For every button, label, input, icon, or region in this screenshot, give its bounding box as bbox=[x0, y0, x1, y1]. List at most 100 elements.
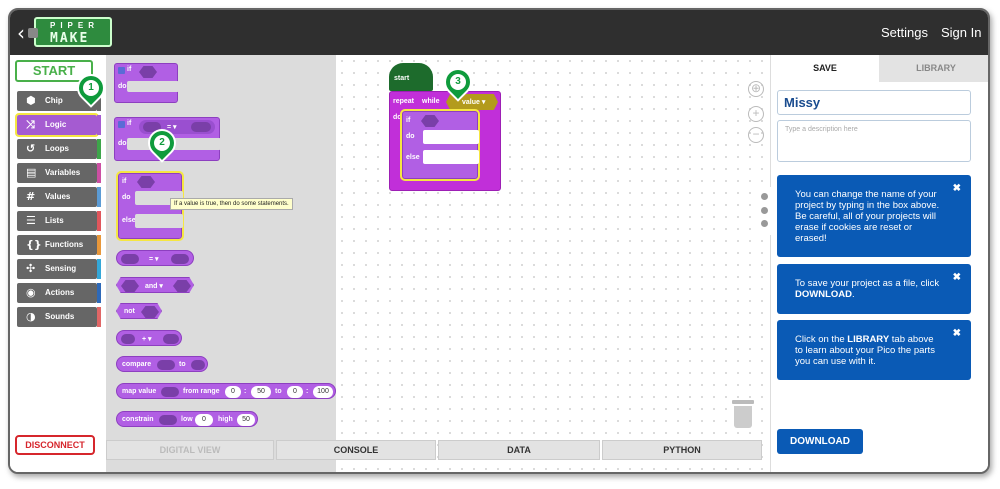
panel-resize-handle[interactable] bbox=[757, 187, 771, 235]
eq-dropdown[interactable]: = ▾ bbox=[149, 255, 159, 263]
value-dropdown[interactable]: value ▾ bbox=[462, 98, 485, 106]
tab-python[interactable]: PYTHON bbox=[602, 440, 762, 460]
trash-can bbox=[734, 406, 752, 428]
top-bar: ‹ PIPER MAKE Settings Sign In bbox=[10, 10, 988, 55]
tab-library[interactable]: LIBRARY bbox=[879, 55, 988, 82]
do-label: do bbox=[406, 133, 415, 140]
info-card-text: You can change the name of your project … bbox=[795, 189, 940, 244]
sign-in-link[interactable]: Sign In bbox=[941, 25, 981, 40]
logo-text-bottom: MAKE bbox=[50, 31, 90, 46]
while-dropdown[interactable]: while bbox=[422, 98, 440, 105]
if-label: if bbox=[127, 120, 132, 127]
start-block[interactable]: start bbox=[389, 63, 433, 91]
if-do-block[interactable]: if do bbox=[114, 63, 179, 103]
do-label: do bbox=[122, 194, 131, 201]
and-dropdown[interactable]: and ▾ bbox=[145, 282, 163, 290]
marker-3-label: 3 bbox=[455, 76, 461, 87]
block-workspace[interactable]: start repeat while value ▾ do if do else… bbox=[336, 55, 770, 472]
trash-lid bbox=[732, 400, 754, 404]
gear-icon bbox=[118, 121, 125, 128]
category-color-stripe bbox=[97, 259, 101, 279]
eq-dropdown[interactable]: = ▾ bbox=[167, 123, 177, 131]
condition-slot bbox=[421, 115, 439, 127]
zoom-out-icon[interactable]: − bbox=[748, 127, 764, 143]
download-button[interactable]: DOWNLOAD bbox=[777, 429, 863, 454]
settings-link[interactable]: Settings bbox=[881, 25, 928, 40]
tab-console[interactable]: CONSOLE bbox=[276, 440, 436, 460]
category-sounds[interactable]: ◑ Sounds bbox=[17, 307, 101, 327]
not-block[interactable]: not bbox=[116, 303, 162, 319]
category-label: Functions bbox=[45, 240, 84, 249]
nested-if-else-block[interactable]: if do else bbox=[400, 109, 480, 181]
category-loops[interactable]: ↺ Loops bbox=[17, 139, 101, 159]
if-label: if bbox=[122, 178, 127, 185]
description-field[interactable]: Type a description here bbox=[777, 120, 971, 162]
high-value[interactable]: 50 bbox=[237, 414, 255, 426]
category-values[interactable]: # Values bbox=[17, 187, 101, 207]
piper-make-logo[interactable]: PIPER MAKE bbox=[28, 17, 112, 47]
statement-slot bbox=[423, 130, 479, 144]
sound-icon: ◑ bbox=[26, 310, 36, 323]
constrain-block[interactable]: constrain low 0 high 50 bbox=[116, 411, 258, 427]
tab-data[interactable]: DATA bbox=[438, 440, 600, 460]
category-logic[interactable]: ⤨ Logic bbox=[15, 113, 101, 137]
disconnect-button[interactable]: DISCONNECT bbox=[15, 435, 95, 455]
tab-save[interactable]: SAVE bbox=[771, 55, 879, 82]
do-label: do bbox=[118, 140, 127, 147]
category-actions[interactable]: ◉ Actions bbox=[17, 283, 101, 303]
map-value-block[interactable]: map value from range 0 : 50 to 0 : 100 bbox=[116, 383, 336, 399]
range-separator: : bbox=[306, 388, 309, 395]
info-card-library: Click on the LIBRARY tab above to learn … bbox=[777, 320, 971, 380]
start-button[interactable]: START bbox=[15, 60, 93, 82]
else-label: else bbox=[122, 217, 136, 224]
bottom-tabs: DIGITAL VIEW CONSOLE DATA PYTHON bbox=[106, 440, 770, 460]
low-value[interactable]: 0 bbox=[195, 414, 213, 426]
info-card-download: To save your project as a file, click DO… bbox=[777, 264, 971, 314]
info-card-bold: LIBRARY bbox=[847, 334, 890, 345]
project-name-input[interactable]: Missy bbox=[777, 90, 971, 115]
else-label: else bbox=[406, 154, 420, 161]
range-to-low[interactable]: 0 bbox=[287, 386, 303, 398]
condition-slot bbox=[139, 66, 157, 78]
operator-dropdown[interactable]: + ▾ bbox=[142, 335, 152, 343]
right-operand bbox=[163, 334, 179, 344]
chip-pin-icon bbox=[28, 28, 38, 38]
category-sensing[interactable]: ✣ Sensing bbox=[17, 259, 101, 279]
trash-icon[interactable] bbox=[732, 400, 754, 428]
center-icon[interactable]: ⊕ bbox=[748, 81, 764, 97]
and-block[interactable]: and ▾ bbox=[116, 277, 194, 293]
range-from-high[interactable]: 50 bbox=[251, 386, 271, 398]
constrain-label: constrain bbox=[122, 416, 154, 423]
zoom-in-icon[interactable]: + bbox=[748, 106, 764, 122]
not-label: not bbox=[124, 308, 135, 315]
info-card-rename: You can change the name of your project … bbox=[777, 175, 971, 257]
range-from-low[interactable]: 0 bbox=[225, 386, 241, 398]
right-panel: SAVE LIBRARY Missy Type a description he… bbox=[757, 55, 988, 472]
close-icon[interactable]: ✖ bbox=[953, 183, 961, 194]
value-block[interactable]: value ▾ bbox=[446, 94, 498, 110]
do-label: do bbox=[393, 114, 402, 121]
close-icon[interactable]: ✖ bbox=[953, 272, 961, 283]
close-icon[interactable]: ✖ bbox=[953, 328, 961, 339]
compare-block[interactable]: compare to bbox=[116, 356, 208, 372]
category-color-stripe bbox=[97, 115, 101, 135]
equality-block[interactable]: = ▾ bbox=[116, 250, 194, 266]
tab-digital-view[interactable]: DIGITAL VIEW bbox=[106, 440, 274, 460]
category-variables[interactable]: ▤ Variables bbox=[17, 163, 101, 183]
statement-slot bbox=[127, 81, 179, 92]
category-lists[interactable]: ☰ Lists bbox=[17, 211, 101, 231]
category-label: Sensing bbox=[45, 264, 77, 273]
marker-2-label: 2 bbox=[159, 137, 165, 148]
handle-dot bbox=[761, 220, 768, 227]
arithmetic-block[interactable]: + ▾ bbox=[116, 330, 182, 346]
operand-slot bbox=[141, 306, 159, 318]
do-label: do bbox=[118, 83, 127, 90]
back-button[interactable]: ‹ bbox=[17, 21, 25, 45]
range-separator: : bbox=[244, 388, 247, 395]
start-label: start bbox=[394, 75, 410, 82]
category-functions[interactable]: {} Functions bbox=[17, 235, 101, 255]
category-color-stripe bbox=[97, 235, 101, 255]
range-to-high[interactable]: 100 bbox=[313, 386, 333, 398]
logo-text-top: PIPER bbox=[50, 21, 100, 30]
chevron-left-icon: ‹ bbox=[17, 21, 25, 45]
